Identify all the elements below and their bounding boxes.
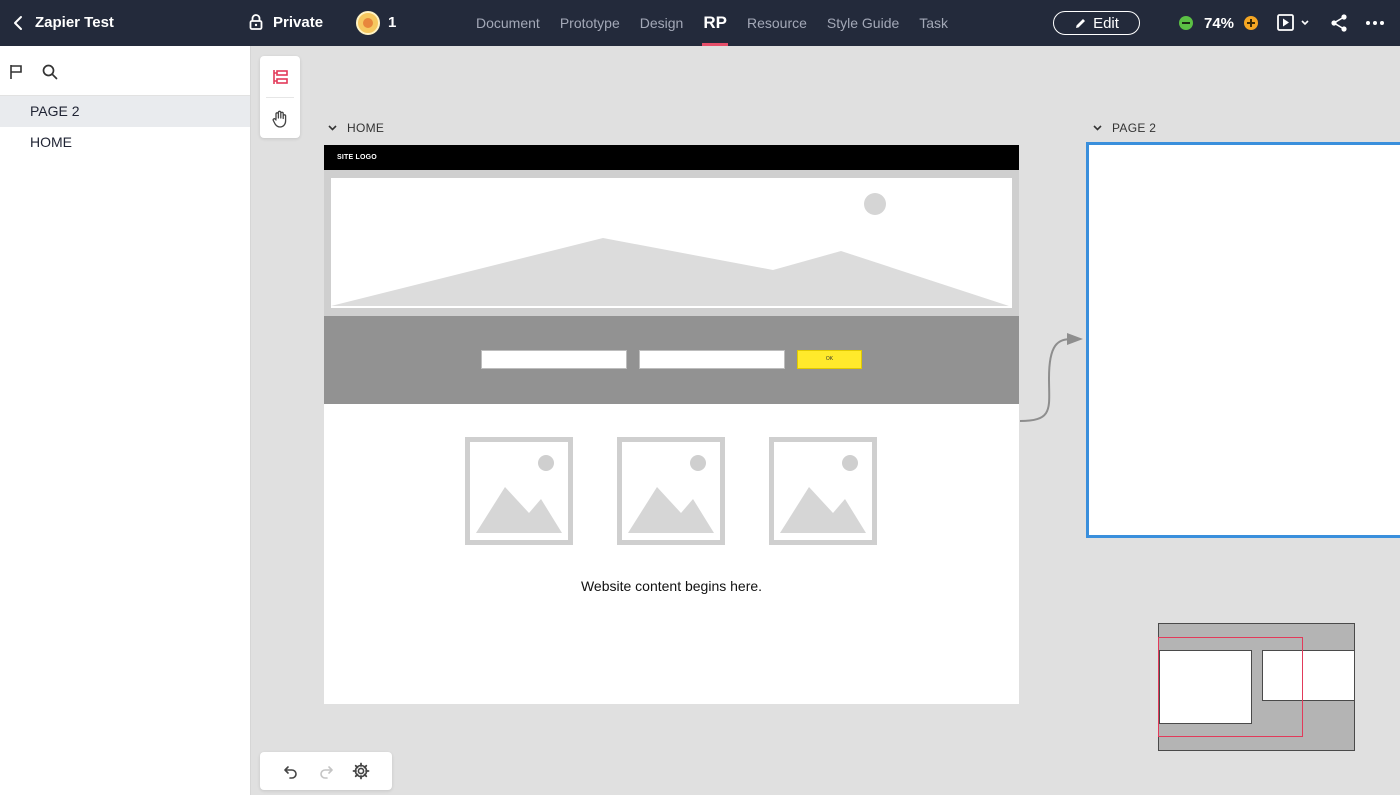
canvas-minimap[interactable] <box>1158 623 1355 751</box>
tab-resource[interactable]: Resource <box>737 0 817 46</box>
site-header[interactable]: SITE LOGO <box>324 145 1019 170</box>
home-page-artboard[interactable]: SITE LOGO OK Website content begins here… <box>324 145 1019 704</box>
zoom-level[interactable]: 74% <box>1204 15 1234 32</box>
tab-task[interactable]: Task <box>909 0 958 46</box>
collapse-chevron-icon[interactable] <box>328 125 337 131</box>
redo-icon[interactable] <box>318 763 334 779</box>
tab-design[interactable]: Design <box>630 0 694 46</box>
tab-rp[interactable]: RP <box>693 0 737 46</box>
sidebar-item-page-2[interactable]: PAGE 2 <box>0 96 250 127</box>
hero-section[interactable] <box>324 170 1019 316</box>
flow-layout-icon[interactable] <box>270 67 290 87</box>
site-logo[interactable]: SITE LOGO <box>337 154 377 161</box>
content-text[interactable]: Website content begins here. <box>324 578 1019 594</box>
top-bar: Zapier Test Private 1 Document Prototype… <box>0 0 1400 46</box>
zoom-in-icon[interactable] <box>1244 16 1258 30</box>
page2-page-label[interactable]: PAGE 2 <box>1093 121 1156 135</box>
tool-separator <box>266 97 294 98</box>
settings-gear-icon[interactable] <box>352 762 370 780</box>
pages-sidebar: PAGE 2 HOME <box>0 46 251 795</box>
flag-icon[interactable] <box>8 63 24 81</box>
image-placeholder-icon[interactable] <box>617 437 725 545</box>
form-input-2[interactable] <box>639 350 785 369</box>
page2-artboard[interactable] <box>1086 142 1400 538</box>
hero-image-placeholder[interactable] <box>331 178 1012 308</box>
minimap-viewport[interactable] <box>1158 637 1303 737</box>
preview-play-icon[interactable] <box>1277 13 1311 33</box>
avatar[interactable] <box>356 11 380 35</box>
home-page-label[interactable]: HOME <box>328 121 384 135</box>
back-chevron-icon[interactable] <box>10 13 26 33</box>
canvas-tool-panel <box>260 56 300 138</box>
sidebar-item-home[interactable]: HOME <box>0 127 250 158</box>
hero-landscape-icon <box>331 193 1009 306</box>
edit-button-label: Edit <box>1093 14 1119 32</box>
share-icon[interactable] <box>1330 13 1348 33</box>
form-input-1[interactable] <box>481 350 627 369</box>
hand-pan-icon[interactable] <box>271 109 289 129</box>
lock-icon <box>249 14 263 30</box>
edit-button[interactable]: Edit <box>1053 11 1140 35</box>
project-title[interactable]: Zapier Test <box>35 14 114 31</box>
interaction-link-arrow[interactable] <box>1016 330 1090 430</box>
collapse-chevron-icon[interactable] <box>1093 125 1102 131</box>
ok-button[interactable]: OK <box>797 350 862 369</box>
history-toolbar <box>260 752 392 790</box>
image-placeholder-icon[interactable] <box>769 437 877 545</box>
more-options-icon[interactable] <box>1365 13 1385 33</box>
pencil-icon <box>1076 18 1086 28</box>
home-page-label-text: HOME <box>347 121 385 135</box>
search-icon[interactable] <box>41 63 59 81</box>
tab-style-guide[interactable]: Style Guide <box>817 0 909 46</box>
tab-document[interactable]: Document <box>466 0 550 46</box>
undo-icon[interactable] <box>283 763 299 779</box>
form-section: OK <box>324 316 1019 404</box>
avatar-face <box>363 18 373 28</box>
page2-page-label-text: PAGE 2 <box>1112 121 1157 135</box>
member-count: 1 <box>388 14 397 31</box>
image-placeholder-icon[interactable] <box>465 437 573 545</box>
zoom-out-icon[interactable] <box>1179 16 1193 30</box>
main-tabs: Document Prototype Design RP Resource St… <box>466 0 958 46</box>
tab-prototype[interactable]: Prototype <box>550 0 630 46</box>
privacy-status[interactable]: Private <box>273 14 323 31</box>
